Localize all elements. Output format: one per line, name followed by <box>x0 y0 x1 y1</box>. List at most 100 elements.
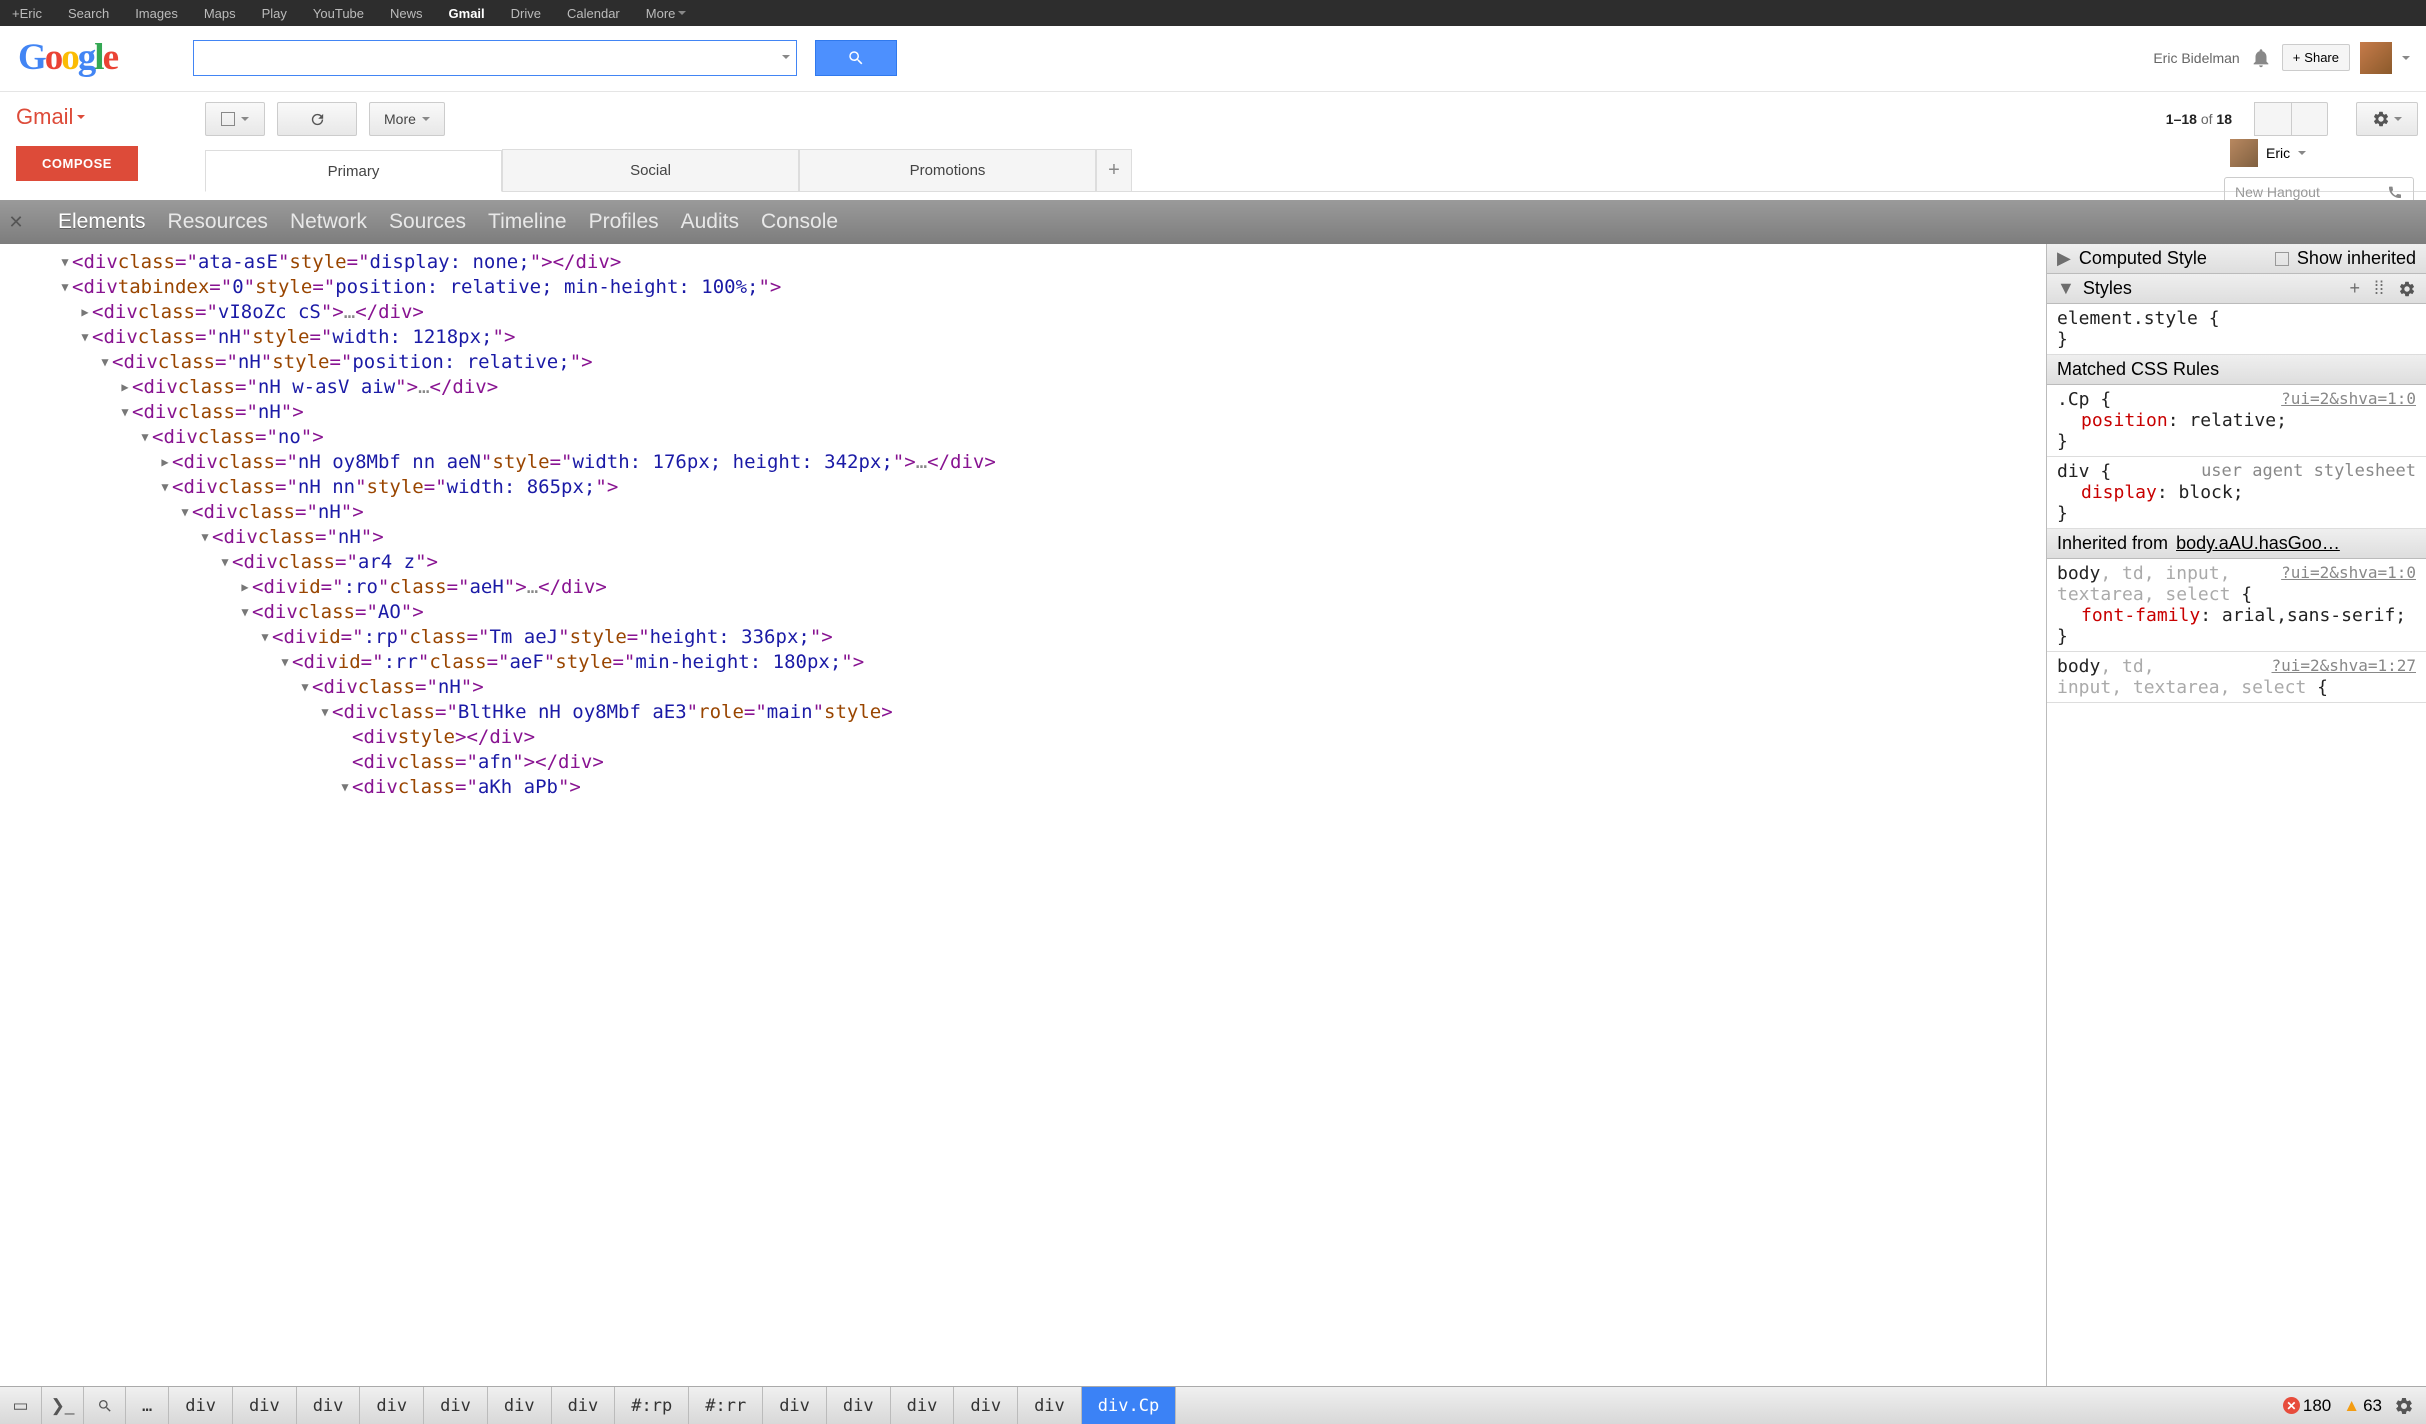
expand-arrow-icon[interactable]: ▼ <box>218 550 232 575</box>
expand-arrow-icon[interactable]: ▼ <box>298 675 312 700</box>
dom-node[interactable]: ▶<div class="vI8oZc cS">…</div> <box>78 300 2046 325</box>
pager-next-button[interactable] <box>2291 102 2328 136</box>
breadcrumb-item[interactable]: div <box>891 1387 955 1424</box>
nav-calendar[interactable]: Calendar <box>567 6 620 21</box>
tab-social[interactable]: Social <box>502 149 799 191</box>
dom-node[interactable]: ▼<div id=":rr" class="aeF" style="min-he… <box>278 650 2046 675</box>
tab-add[interactable]: + <box>1096 149 1132 191</box>
expand-arrow-icon[interactable]: ▼ <box>198 525 212 550</box>
devtools-tab-console[interactable]: Console <box>761 210 838 234</box>
nav-plus-user[interactable]: +Eric <box>12 6 42 21</box>
chevron-down-icon[interactable] <box>2402 56 2410 60</box>
nav-images[interactable]: Images <box>135 6 178 21</box>
css-rule-cp[interactable]: ?ui=2&shva=1:0 .Cp { position: relative;… <box>2047 385 2426 457</box>
dom-node[interactable]: ▶<div class="nH oy8Mbf nn aeN" style="wi… <box>158 450 2046 475</box>
devtools-tab-resources[interactable]: Resources <box>168 210 268 234</box>
expand-arrow-icon[interactable]: ▼ <box>118 400 132 425</box>
expand-arrow-icon[interactable]: ▼ <box>338 775 352 800</box>
toggle-state-icon[interactable]: ⁞⁞ <box>2374 278 2384 299</box>
console-toggle-button[interactable]: ❯_ <box>42 1387 84 1424</box>
computed-style-header[interactable]: ▶ Computed Style Show inherited <box>2047 244 2426 274</box>
expand-arrow-icon[interactable]: ▶ <box>158 450 172 475</box>
hangouts-user[interactable]: Eric <box>2224 133 2414 173</box>
breadcrumb-item[interactable]: div <box>1018 1387 1082 1424</box>
breadcrumb-item[interactable]: div <box>488 1387 552 1424</box>
dom-node[interactable]: <div class="afn"></div> <box>338 750 2046 775</box>
breadcrumb-item[interactable]: #:rp <box>615 1387 689 1424</box>
search-input[interactable] <box>193 40 797 76</box>
nav-maps[interactable]: Maps <box>204 6 236 21</box>
dom-node[interactable]: <div style></div> <box>338 725 2046 750</box>
gear-icon[interactable] <box>2394 1396 2414 1416</box>
nav-more[interactable]: More <box>646 6 687 21</box>
nav-gmail[interactable]: Gmail <box>449 6 485 21</box>
breadcrumb-item[interactable]: div <box>552 1387 616 1424</box>
expand-arrow-icon[interactable]: ▼ <box>58 250 72 275</box>
dom-node[interactable]: ▼<div class="nH" style="position: relati… <box>98 350 2046 375</box>
avatar[interactable] <box>2360 42 2392 74</box>
bell-icon[interactable] <box>2250 47 2272 69</box>
add-rule-icon[interactable]: + <box>2349 278 2360 299</box>
breadcrumb-item[interactable]: div <box>297 1387 361 1424</box>
css-rule-body-1[interactable]: ?ui=2&shva=1:0 body, td, input, textarea… <box>2047 559 2426 652</box>
nav-drive[interactable]: Drive <box>511 6 541 21</box>
expand-arrow-icon[interactable]: ▼ <box>258 625 272 650</box>
expand-arrow-icon[interactable]: ▼ <box>158 475 172 500</box>
nav-play[interactable]: Play <box>262 6 287 21</box>
expand-arrow-icon[interactable]: ▼ <box>178 500 192 525</box>
css-rule-body-2[interactable]: ?ui=2&shva=1:27 body, td, input, textare… <box>2047 652 2426 703</box>
nav-search[interactable]: Search <box>68 6 109 21</box>
tab-promotions[interactable]: Promotions <box>799 149 1096 191</box>
devtools-tab-timeline[interactable]: Timeline <box>488 210 567 234</box>
nav-youtube[interactable]: YouTube <box>313 6 364 21</box>
search-button[interactable] <box>815 40 897 76</box>
dom-tree[interactable]: ▼<div class="ata-asE" style="display: no… <box>0 244 2046 1386</box>
dock-button[interactable]: ▭ <box>0 1387 42 1424</box>
dom-node[interactable]: ▼<div id=":rp" class="Tm aeJ" style="hei… <box>258 625 2046 650</box>
error-count[interactable]: ✕ 180 <box>2283 1396 2331 1416</box>
nav-news[interactable]: News <box>390 6 423 21</box>
dom-node[interactable]: ▼<div class="AO"> <box>238 600 2046 625</box>
dom-node[interactable]: ▼<div class="nH"> <box>198 525 2046 550</box>
dom-node[interactable]: ▼<div class="nH" style="width: 1218px;"> <box>78 325 2046 350</box>
dom-node[interactable]: ▼<div class="BltHke nH oy8Mbf aE3" role=… <box>318 700 2046 725</box>
dom-node[interactable]: ▼<div class="no"> <box>138 425 2046 450</box>
gear-icon[interactable] <box>2398 280 2416 298</box>
expand-arrow-icon[interactable]: ▼ <box>58 275 72 300</box>
dom-node[interactable]: ▼<div class="ata-asE" style="display: no… <box>58 250 2046 275</box>
source-link[interactable]: ?ui=2&shva=1:0 <box>2281 563 2416 582</box>
breadcrumb-item[interactable]: div.Cp <box>1082 1387 1176 1424</box>
expand-arrow-icon[interactable]: ▼ <box>78 325 92 350</box>
devtools-tab-audits[interactable]: Audits <box>681 210 739 234</box>
source-link[interactable]: ?ui=2&shva=1:0 <box>2281 389 2416 408</box>
dom-node[interactable]: ▼<div class="nH"> <box>178 500 2046 525</box>
devtools-tab-profiles[interactable]: Profiles <box>589 210 659 234</box>
breadcrumb-item[interactable]: div <box>763 1387 827 1424</box>
more-button[interactable]: More <box>369 102 445 136</box>
chevron-down-icon[interactable] <box>782 55 790 59</box>
element-style-rule[interactable]: element.style { } <box>2047 304 2426 355</box>
expand-arrow-icon[interactable]: ▼ <box>238 600 252 625</box>
breadcrumb-item[interactable]: div <box>169 1387 233 1424</box>
share-button[interactable]: + Share <box>2282 44 2350 71</box>
google-logo[interactable]: Google <box>18 36 117 79</box>
css-rule-div[interactable]: user agent stylesheet div { display: blo… <box>2047 457 2426 529</box>
refresh-button[interactable] <box>277 102 357 136</box>
devtools-tab-elements[interactable]: Elements <box>58 210 146 234</box>
expand-arrow-icon[interactable]: ▼ <box>318 700 332 725</box>
dom-node[interactable]: ▶<div class="nH w-asV aiw">…</div> <box>118 375 2046 400</box>
breadcrumb-item[interactable]: div <box>233 1387 297 1424</box>
expand-arrow-icon[interactable]: ▶ <box>118 375 132 400</box>
dom-node[interactable]: ▶<div id=":ro" class="aeH">…</div> <box>238 575 2046 600</box>
inspect-button[interactable] <box>84 1387 126 1424</box>
pager-prev-button[interactable] <box>2254 102 2291 136</box>
crumb-overflow[interactable]: … <box>126 1387 169 1424</box>
dom-node[interactable]: ▼<div tabindex="0" style="position: rela… <box>58 275 2046 300</box>
breadcrumb-item[interactable]: div <box>827 1387 891 1424</box>
expand-arrow-icon[interactable]: ▶ <box>238 575 252 600</box>
dom-node[interactable]: ▼<div class="aKh aPb"> <box>338 775 2046 800</box>
breadcrumb-item[interactable]: div <box>360 1387 424 1424</box>
styles-header[interactable]: ▼ Styles + ⁞⁞ <box>2047 274 2426 304</box>
show-inherited-checkbox[interactable] <box>2275 252 2289 266</box>
select-all-checkbox[interactable] <box>205 102 265 136</box>
